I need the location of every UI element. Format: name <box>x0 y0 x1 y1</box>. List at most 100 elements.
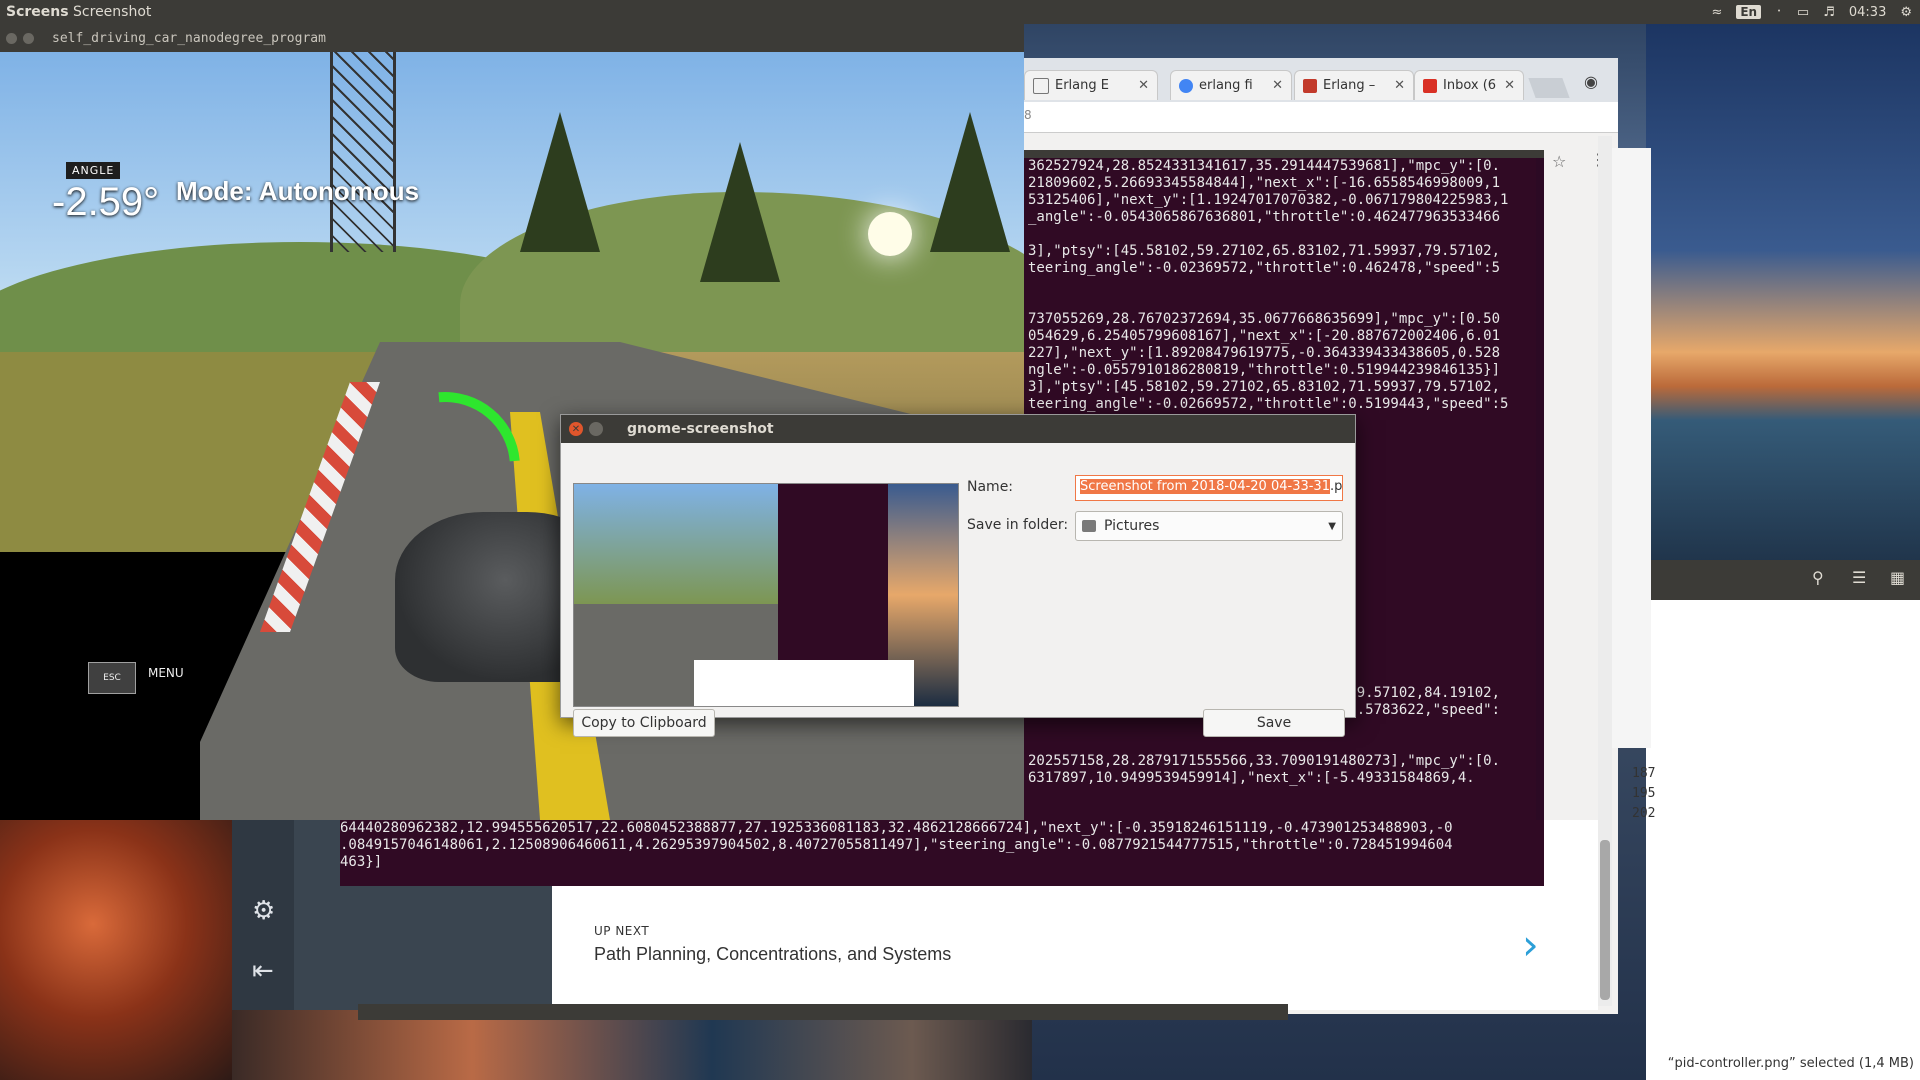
side-line-numbers: 187 195 202 <box>1632 764 1672 824</box>
taskbar-strip <box>358 1004 1288 1020</box>
google-icon <box>1179 78 1193 93</box>
scrollbar-thumb[interactable] <box>1600 840 1610 1000</box>
dialog-title: gnome-screenshot <box>627 421 774 437</box>
top-panel: Screens Screenshot ≈ En ᛫ ▭ ♬ 04:33 ⚙ <box>0 0 1920 24</box>
folder-label: Save in folder: <box>967 517 1069 533</box>
terminal-line: 054629,6.25405799608167],"next_x":[-20.8… <box>1028 328 1501 344</box>
bluetooth-icon[interactable]: ᛫ <box>1775 5 1783 20</box>
tab-label: Erlang E <box>1055 78 1109 93</box>
tab-label: Erlang – <box>1323 78 1376 93</box>
scene-tree <box>520 112 600 252</box>
wallpaper-sunset <box>1646 24 1920 590</box>
save-button[interactable]: Save <box>1203 709 1345 737</box>
address-bar[interactable]: 8 ☆ ⋮ <box>1024 102 1618 171</box>
folder-value: Pictures <box>1104 518 1160 534</box>
terminal-line: 202557158,28.2879171555566,33.7090191480… <box>1028 753 1501 769</box>
terminal-output-lower[interactable]: 64440280962382,12.994555620517,22.608045… <box>340 820 1544 886</box>
minimize-icon[interactable] <box>589 422 603 436</box>
scene-tree <box>700 142 780 282</box>
new-tab-button[interactable] <box>1528 78 1570 98</box>
gear-icon[interactable]: ⚙ <box>1900 5 1912 20</box>
close-icon[interactable]: ✕ <box>1272 78 1283 93</box>
file-manager-status: “pid-controller.png” selected (1,4 MB) <box>1667 1056 1914 1071</box>
upnext-title[interactable]: Path Planning, Concentrations, and Syste… <box>594 944 951 965</box>
file-manager-body <box>1646 600 1920 1080</box>
document-icon <box>1033 77 1049 94</box>
browser-tab[interactable]: Erlang E ✕ <box>1024 70 1158 100</box>
terminal-line: 3],"ptsy":[45.58102,59.27102,65.83102,71… <box>1028 243 1501 259</box>
line-number: 187 <box>1632 766 1656 781</box>
exit-icon[interactable]: ⇤ <box>252 956 274 986</box>
close-icon[interactable]: ✕ <box>569 422 583 436</box>
dialog-titlebar: ✕ gnome-screenshot <box>561 415 1355 443</box>
terminal-line: 64440280962382,12.994555620517,22.608045… <box>340 820 1453 836</box>
line-number: 195 <box>1632 786 1656 801</box>
browser-tab[interactable]: Inbox (6 ✕ <box>1414 70 1524 100</box>
chevron-right-icon[interactable]: › <box>1522 920 1539 969</box>
screenshot-dialog: ✕ gnome-screenshot Name: Screenshot from… <box>560 414 1356 737</box>
scene-sun <box>868 212 912 256</box>
scene-tree <box>930 112 1010 252</box>
minimize-icon[interactable] <box>23 32 34 44</box>
battery-icon[interactable]: ▭ <box>1797 5 1809 20</box>
hud-mode: Mode: Autonomous <box>176 176 420 206</box>
folder-select[interactable]: Pictures ▼ <box>1075 511 1343 541</box>
terminal-line: 737055269,28.76702372694,35.067766863569… <box>1028 311 1501 327</box>
grid-view-icon[interactable]: ▦ <box>1890 568 1905 587</box>
simulator-title: self_driving_car_nanodegree_program <box>52 30 326 46</box>
preview-scene <box>574 484 778 604</box>
screenshot-preview <box>573 483 959 707</box>
filename-selected-text: Screenshot from 2018-04-20 04-33-31 <box>1080 479 1330 494</box>
terminal-line: 362527924,28.8524331341617,35.2914447539… <box>1028 158 1501 174</box>
browser-tab[interactable]: erlang fi ✕ <box>1170 70 1292 100</box>
erlang-icon <box>1303 78 1317 93</box>
close-icon[interactable] <box>6 32 17 44</box>
url-text: 8 <box>1024 108 1032 122</box>
simulator-titlebar: self_driving_car_nanodegree_program <box>0 24 1024 52</box>
hud-menu-label: MENU <box>148 666 184 680</box>
browser-tab-strip: Erlang E ✕ erlang fi ✕ Erlang – ✕ Inbox … <box>1024 58 1618 102</box>
filename-input[interactable]: Screenshot from 2018-04-20 04-33-31.p <box>1075 475 1343 501</box>
clock[interactable]: 04:33 <box>1849 5 1886 20</box>
volume-icon[interactable]: ♬ <box>1823 5 1835 20</box>
active-app-name: Screens <box>6 4 69 20</box>
terminal-line: teering_angle":-0.02669572,"throttle":0.… <box>1028 396 1509 412</box>
terminal-line: ngle":-0.0557910186280819,"throttle":0.5… <box>1028 362 1501 378</box>
terminal-line: _angle":-0.0543065867636801,"throttle":0… <box>1028 209 1501 225</box>
profile-icon[interactable]: ◉ <box>1584 72 1598 91</box>
folder-icon <box>1082 520 1096 532</box>
chevron-down-icon: ▼ <box>1328 520 1336 532</box>
terminal-line: 21809602,5.26693345584844],"next_x":[-16… <box>1028 175 1501 191</box>
terminal-line: 227],"next_y":[1.89208479619775,-0.36433… <box>1028 345 1501 361</box>
close-icon[interactable]: ✕ <box>1138 78 1149 93</box>
search-icon[interactable]: ⚲ <box>1812 568 1824 587</box>
browser-tab[interactable]: Erlang – ✕ <box>1294 70 1414 100</box>
scene-power-tower <box>330 52 396 252</box>
tab-label: Inbox (6 <box>1443 78 1497 93</box>
terminal-header <box>1024 150 1544 158</box>
terminal-line: 53125406],"next_y":[1.19247017070382,-0.… <box>1028 192 1509 208</box>
wifi-icon[interactable]: ≈ <box>1711 5 1722 20</box>
name-label: Name: <box>967 479 1014 495</box>
keyboard-layout-indicator[interactable]: En <box>1736 5 1762 19</box>
gear-icon[interactable]: ⚙ <box>252 896 275 926</box>
hud-esc-button[interactable]: ESC <box>88 662 136 694</box>
course-sidebar: ⚙ ⇤ <box>232 820 294 1010</box>
gmail-icon <box>1423 78 1437 93</box>
wallpaper-rock-strip <box>232 1010 1032 1080</box>
hud-angle-label: ANGLE <box>66 162 121 179</box>
tab-label: erlang fi <box>1199 78 1253 93</box>
copy-to-clipboard-button[interactable]: Copy to Clipboard <box>573 709 715 737</box>
upnext-label: UP NEXT <box>594 924 650 938</box>
bookmark-star-icon[interactable]: ☆ <box>1552 152 1566 171</box>
line-number: 202 <box>1632 806 1656 821</box>
terminal-line: teering_angle":-0.02369572,"throttle":0.… <box>1028 260 1501 276</box>
close-icon[interactable]: ✕ <box>1394 78 1405 93</box>
list-view-icon[interactable]: ☰ <box>1852 568 1866 587</box>
close-icon[interactable]: ✕ <box>1504 78 1515 93</box>
hud-angle-value: -2.59° <box>52 180 160 224</box>
